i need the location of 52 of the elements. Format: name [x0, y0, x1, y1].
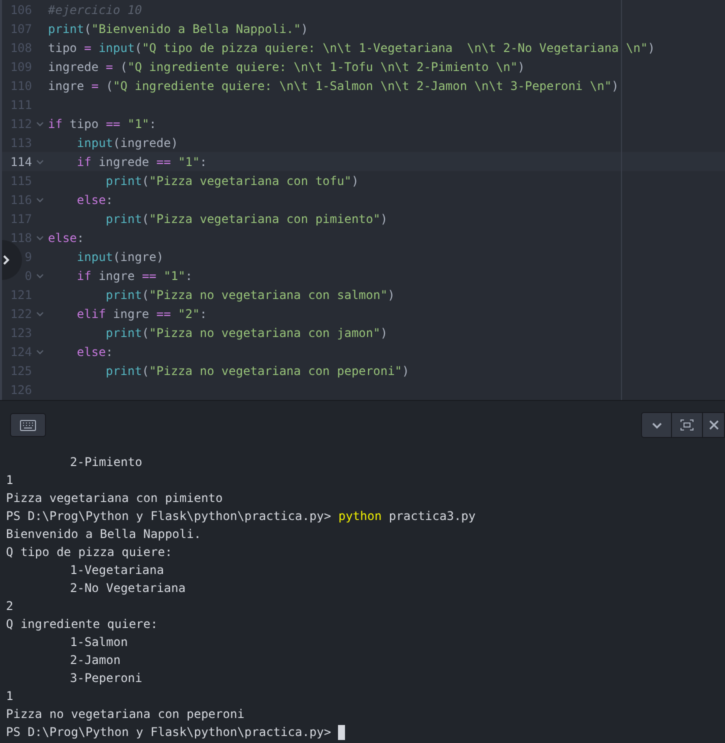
close-button[interactable] [703, 412, 725, 438]
terminal-line: Pizza vegetariana con pimiento [6, 491, 223, 505]
maximize-button[interactable] [672, 412, 703, 438]
code-line: ingre = ("Q ingrediente quiere: \n\t 1-Salmon \n\t 2-Jamon \n\t 3-Peperoni \n") [48, 78, 619, 92]
chevron-right-icon [2, 254, 10, 266]
fold-icon[interactable] [36, 272, 44, 278]
code-line: if ingrede == "1": [76, 154, 207, 168]
code-line: tipo = input("Q tipo de pizza quiere: \n\t 1-Vegetariana \n\t 2-No Vegetariana \n") [48, 40, 655, 54]
fold-icon[interactable] [36, 196, 44, 202]
fold-icon[interactable] [36, 120, 44, 126]
line-number: 114 [10, 154, 32, 168]
code-line: elif ingre == "2": [76, 306, 207, 320]
code-line: print("Pizza vegetariana con tofu") [104, 174, 359, 188]
code-line: #ejercicio 10 [48, 2, 142, 16]
terminal-line: Q ingrediente quiere: [6, 617, 158, 631]
close-icon [709, 420, 719, 430]
code-line: if ingre == "1": [76, 268, 193, 282]
code-line: else: [48, 230, 84, 244]
code-line: print("Pizza vegetariana con pimiento") [104, 212, 388, 226]
terminal-line: 1 [6, 689, 14, 703]
fold-icon[interactable] [36, 234, 44, 240]
maximize-icon [680, 419, 694, 431]
terminal-line: 1-Vegetariana [70, 563, 164, 577]
terminal-line: Pizza no vegetariana con peperoni [6, 707, 244, 721]
terminal-line: PS D:\Prog\Python y Flask\python\practica.py> [6, 725, 332, 739]
terminal-line: 1-Salmon [70, 635, 128, 649]
code-line: input(ingrede) [76, 136, 178, 150]
terminal-line: 1 [6, 473, 14, 487]
fold-icon[interactable] [36, 310, 44, 316]
terminal-line: PS D:\Prog\Python y Flask\python\practica.py> python practica3.py [6, 509, 476, 523]
terminal-line: 2-Jamon [70, 653, 121, 667]
code-line: ingrede = ("Q ingrediente quiere: \n\t 1-Tofu \n\t 2-Pimiento \n") [48, 60, 525, 74]
fold-icon[interactable] [36, 348, 44, 354]
keyboard-button[interactable] [10, 413, 46, 437]
terminal-line: 2-No Vegetariana [70, 581, 186, 595]
fold-icon[interactable] [36, 158, 44, 164]
code-line: print("Bienvenido a Bella Nappoli.") [48, 22, 308, 36]
code-line: print("Pizza no vegetariana con peperoni") [104, 364, 410, 378]
terminal-line: Q tipo de pizza quiere: [6, 545, 172, 559]
chevron-down-icon [652, 422, 662, 428]
terminal-line: 2-Pimiento [70, 455, 142, 469]
keyboard-icon [20, 420, 36, 430]
terminal-line: 3-Peperoni [70, 671, 142, 685]
code-line: print("Pizza no vegetariana con jamon") [104, 326, 388, 340]
code-line: else: [76, 344, 114, 358]
code-line: print("Pizza no vegetariana con salmon") [104, 288, 395, 302]
code-line: if tipo == "1": [48, 116, 156, 130]
terminal-line: Bienvenido a Bella Nappoli. [6, 527, 202, 541]
code-line: input(ingre) [76, 250, 164, 264]
collapse-button[interactable] [641, 412, 672, 438]
code-line: else: [76, 192, 114, 206]
terminal-line: 2 [6, 599, 14, 613]
